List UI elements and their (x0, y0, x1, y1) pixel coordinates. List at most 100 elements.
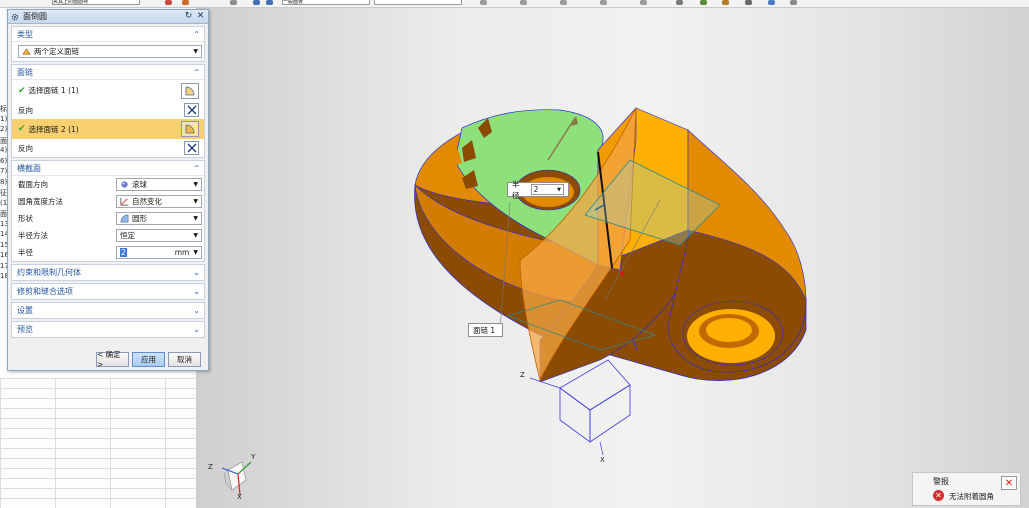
shape-label: 形状 (18, 214, 33, 223)
toolbar-icon[interactable] (266, 0, 273, 5)
chevron-down-icon: ▼ (557, 186, 561, 193)
face-blend-dialog[interactable]: 面倒圆 ↻ ✕ 类型 ⌃ 两个定义面链 ▼ 面链 ⌃ ✔ 选择面链 1 (1) (7, 9, 209, 371)
section-direction-label: 截面方向 (18, 180, 48, 189)
toolbar-icon[interactable] (790, 0, 797, 5)
circular-shape-icon (120, 214, 129, 223)
axis-z-label: Z (520, 371, 525, 379)
toolbar-icon[interactable] (700, 0, 707, 5)
reverse-direction-button[interactable] (184, 103, 199, 117)
select-face-button[interactable] (181, 82, 199, 99)
select-face-chain-1-label: 选择面链 1 (1) (28, 86, 79, 95)
rolling-ball-icon (121, 181, 128, 188)
toolbar-filter[interactable] (374, 0, 462, 5)
dialog-titlebar[interactable]: 面倒圆 ↻ ✕ (8, 10, 208, 24)
chevron-down-icon[interactable]: ⌄ (193, 306, 200, 315)
settings-group: 设置 ⌄ (11, 302, 205, 319)
navigator-node-fragment: 标 (0, 105, 7, 113)
navigator-grid (0, 378, 197, 508)
cross-section-group-header[interactable]: 横截面 ⌃ (12, 161, 204, 176)
apply-button[interactable]: 应用 (132, 351, 165, 367)
toolbar-icon[interactable] (560, 0, 567, 5)
face-chain-group: 面链 ⌃ ✔ 选择面链 1 (1) 反向 ✔ 选择面链 2 (1) 反向 (11, 64, 205, 158)
natural-variation-icon (120, 197, 129, 206)
reverse-direction-icon (187, 143, 196, 153)
close-alert-button[interactable]: ✕ (1001, 476, 1017, 490)
axis-x-label: X (600, 456, 605, 464)
alert-message: 无法附着圆角 (949, 492, 994, 501)
face-chain-tag: 面链 1 (468, 323, 503, 337)
navigator-node-fragment: 面 (0, 136, 7, 145)
cancel-button[interactable]: 取消 (168, 351, 201, 367)
reverse-1-label: 反向 (18, 105, 33, 115)
preview-group-header[interactable]: 预览 ⌄ (12, 322, 204, 337)
chevron-down-icon: ▼ (193, 198, 198, 205)
toolbar-icon[interactable] (745, 0, 752, 5)
close-icon[interactable]: ✕ (196, 12, 205, 21)
radius-tag-value: 2 (533, 185, 539, 194)
reverse-2-label: 反向 (18, 143, 33, 153)
gear-icon[interactable] (11, 13, 19, 21)
select-face-button[interactable] (181, 121, 199, 137)
toolbar-icon[interactable] (676, 0, 683, 5)
type-value: 两个定义面链 (34, 47, 79, 56)
toolbar-strip: 夹具上的面圆特 一般面板 (0, 0, 1029, 8)
navigator-node-fragment: 面 (0, 210, 7, 218)
toolbar-icon[interactable] (480, 0, 487, 5)
radius-input-tag[interactable]: 半径 2 ▼ (507, 180, 569, 200)
chevron-down-icon[interactable]: ⌄ (193, 325, 200, 334)
chevron-up-icon[interactable]: ⌃ (193, 68, 200, 77)
reverse-direction-button[interactable] (184, 141, 199, 155)
cross-section-group: 横截面 ⌃ 截面方向 滚球 ▼ 圆角宽度方法 自然变化 ▼ 形状 圆形 ▼ 半径… (11, 160, 205, 262)
chevron-down-icon[interactable]: ⌄ (193, 287, 200, 296)
ok-button[interactable]: < 确定 > (96, 350, 129, 369)
radius-method-select[interactable]: 恒定 ▼ (116, 229, 202, 242)
model-scene[interactable] (197, 8, 1029, 508)
radius-method-row: 半径方法 恒定 ▼ (12, 227, 204, 244)
toolbar-combo[interactable]: 一般面板 (282, 0, 370, 5)
toolbar-field[interactable]: 夹具上的面圆特 (52, 0, 140, 5)
constraints-group-title: 约束和限制几何体 (17, 268, 81, 277)
radius-label: 半径 (18, 248, 33, 257)
toolbar-icon[interactable] (640, 0, 647, 5)
face-chain-tag-text: 面链 1 (473, 325, 496, 335)
settings-group-header[interactable]: 设置 ⌄ (12, 303, 204, 318)
radius-row: 半径 2 mm ▼ (12, 244, 204, 261)
face-chain-group-header[interactable]: 面链 ⌃ (12, 65, 204, 80)
toolbar-icon[interactable] (182, 0, 189, 5)
select-face-chain-1-row[interactable]: ✔ 选择面链 1 (1) (12, 80, 204, 101)
face-chain-type-icon (22, 48, 31, 55)
radius-tag-field[interactable]: 2 ▼ (530, 184, 564, 195)
shape-select[interactable]: 圆形 ▼ (116, 212, 202, 225)
chevron-up-icon[interactable]: ⌃ (193, 164, 200, 173)
shape-row: 形状 圆形 ▼ (12, 210, 204, 227)
select-face-chain-2-row[interactable]: ✔ 选择面链 2 (1) (12, 119, 204, 139)
type-select[interactable]: 两个定义面链 ▼ (18, 45, 202, 58)
type-group: 类型 ⌃ 两个定义面链 ▼ (11, 26, 205, 62)
reset-icon[interactable]: ↻ (184, 12, 193, 21)
radius-unit: mm (174, 248, 190, 257)
radius-input[interactable]: 2 mm ▼ (116, 246, 202, 259)
toolbar-icon[interactable] (253, 0, 260, 5)
toolbar-icon[interactable] (722, 0, 729, 5)
toolbar-icon[interactable] (230, 0, 237, 5)
section-direction-select[interactable]: 滚球 ▼ (116, 178, 202, 191)
toolbar-icon[interactable] (520, 0, 527, 5)
toolbar-icon[interactable] (768, 0, 775, 5)
chevron-down-icon[interactable]: ⌄ (193, 268, 200, 277)
trim-group-header[interactable]: 修剪和缝合选项 ⌄ (12, 284, 204, 299)
radius-method-label: 半径方法 (18, 231, 48, 240)
chevron-down-icon: ▼ (193, 181, 198, 188)
width-method-value: 自然变化 (132, 197, 162, 206)
navigator-node-fragment: 征 (0, 189, 7, 197)
graphics-window[interactable] (197, 8, 1029, 508)
toolbar-icon[interactable] (165, 0, 172, 5)
preview-group: 预览 ⌄ (11, 321, 205, 338)
trim-group-title: 修剪和缝合选项 (17, 287, 73, 296)
type-group-header[interactable]: 类型 ⌃ (12, 27, 204, 42)
chevron-up-icon[interactable]: ⌃ (193, 30, 200, 39)
width-method-select[interactable]: 自然变化 ▼ (116, 195, 202, 208)
constraints-group-header[interactable]: 约束和限制几何体 ⌄ (12, 265, 204, 280)
chevron-down-icon: ▼ (193, 215, 198, 222)
reverse-1-row: 反向 (12, 101, 204, 119)
toolbar-icon[interactable] (600, 0, 607, 5)
